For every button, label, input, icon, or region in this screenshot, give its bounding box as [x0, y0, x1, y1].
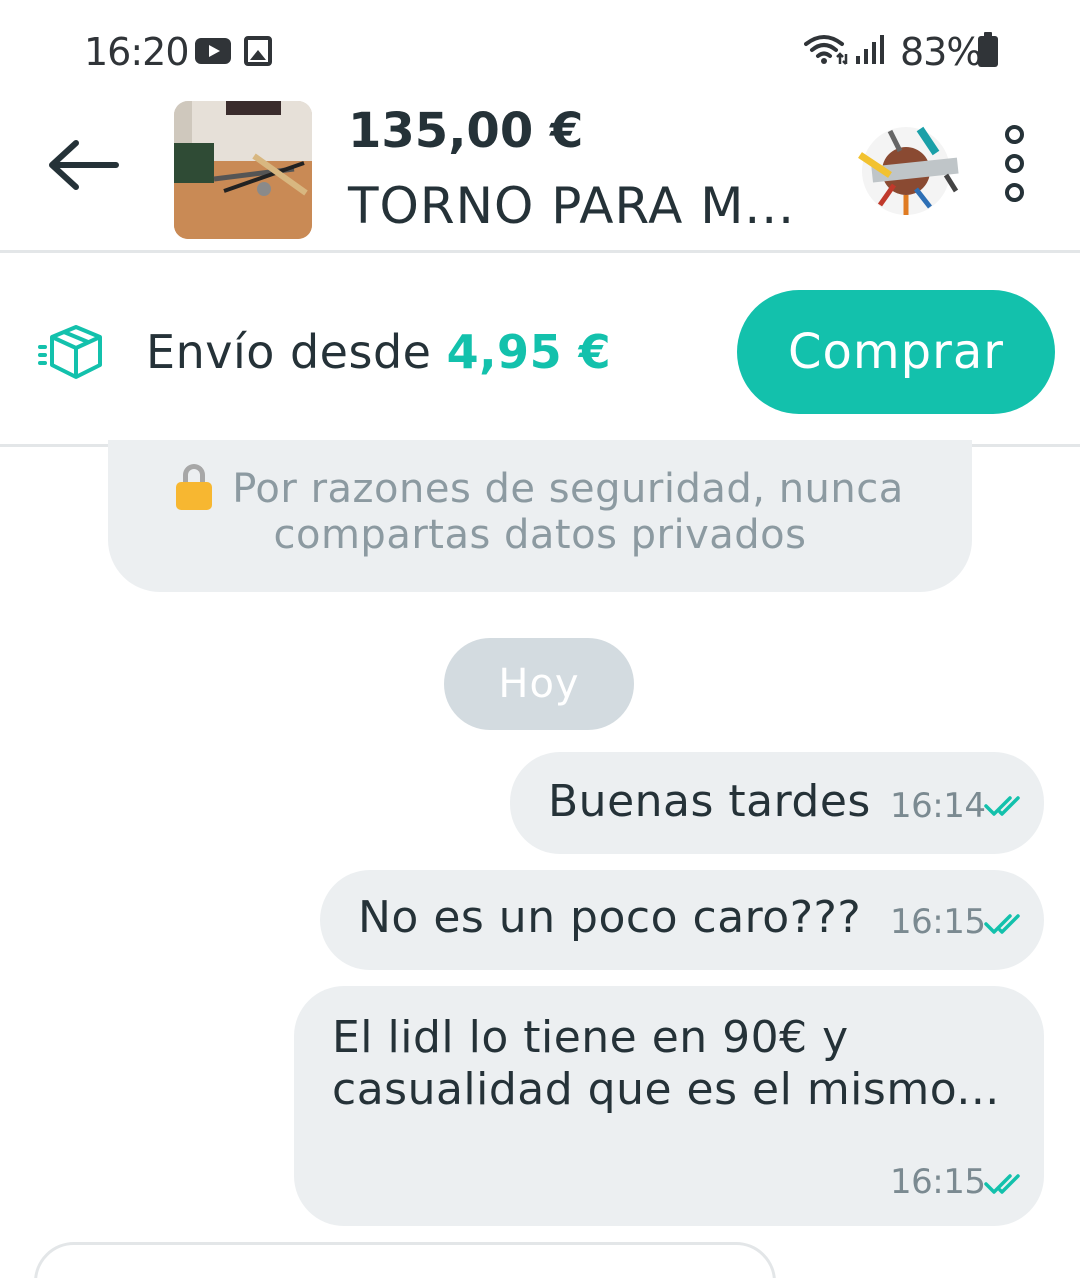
double-check-icon — [984, 914, 1020, 934]
product-price: 135,00 € — [348, 103, 584, 159]
battery-percentage: 83% — [900, 30, 982, 74]
shipping-label: Envío desde — [146, 325, 432, 379]
status-bar: 16:20 83% — [0, 0, 1080, 100]
chat-message[interactable]: No es un poco caro??? 16:15 — [320, 870, 1044, 970]
more-vertical-icon[interactable] — [998, 125, 1030, 205]
message-text: El lidl lo tiene en 90€ y — [332, 1012, 849, 1063]
product-title[interactable]: TORNO PARA M... — [348, 177, 795, 235]
product-thumbnail[interactable] — [174, 101, 312, 239]
security-text-1: Por razones de seguridad, nunca — [232, 466, 904, 512]
double-check-icon — [984, 1174, 1020, 1194]
security-text-2: compartas datos privados — [273, 512, 807, 558]
date-separator: Hoy — [444, 638, 634, 730]
shipping-info: Envío desde 4,95 € — [146, 325, 611, 379]
buy-button[interactable]: Comprar — [737, 290, 1055, 414]
message-text: Buenas tardes — [548, 776, 871, 827]
chat-message[interactable]: Buenas tardes 16:14 — [510, 752, 1044, 854]
arrow-left-icon[interactable] — [48, 135, 120, 195]
wifi-icon — [804, 35, 848, 65]
message-text: No es un poco caro??? — [358, 892, 862, 943]
shipping-bar: Envío desde 4,95 € Comprar — [0, 255, 1080, 447]
message-time: 16:15 — [890, 1162, 986, 1202]
security-line-1: Por razones de seguridad, nunca — [108, 464, 972, 512]
youtube-icon — [195, 38, 231, 64]
double-check-icon — [984, 796, 1020, 816]
message-text-line-2: casualidad que es el mismo... — [332, 1064, 1000, 1115]
security-notice: Por razones de seguridad, nunca comparta… — [108, 440, 972, 592]
shipping-price: 4,95 € — [446, 325, 612, 379]
chat-message[interactable]: El lidl lo tiene en 90€ y casualidad que… — [294, 986, 1044, 1226]
status-time: 16:20 — [84, 30, 190, 74]
box-icon — [38, 325, 102, 379]
signal-icon — [856, 35, 884, 64]
chat-header: 135,00 € TORNO PARA M... — [0, 95, 1080, 253]
battery-icon — [978, 32, 998, 67]
message-time: 16:15 — [890, 902, 986, 942]
message-time: 16:14 — [890, 786, 986, 826]
seller-avatar[interactable] — [850, 115, 962, 227]
gallery-icon — [244, 36, 272, 66]
message-input[interactable] — [34, 1242, 776, 1278]
lock-icon — [176, 464, 213, 510]
